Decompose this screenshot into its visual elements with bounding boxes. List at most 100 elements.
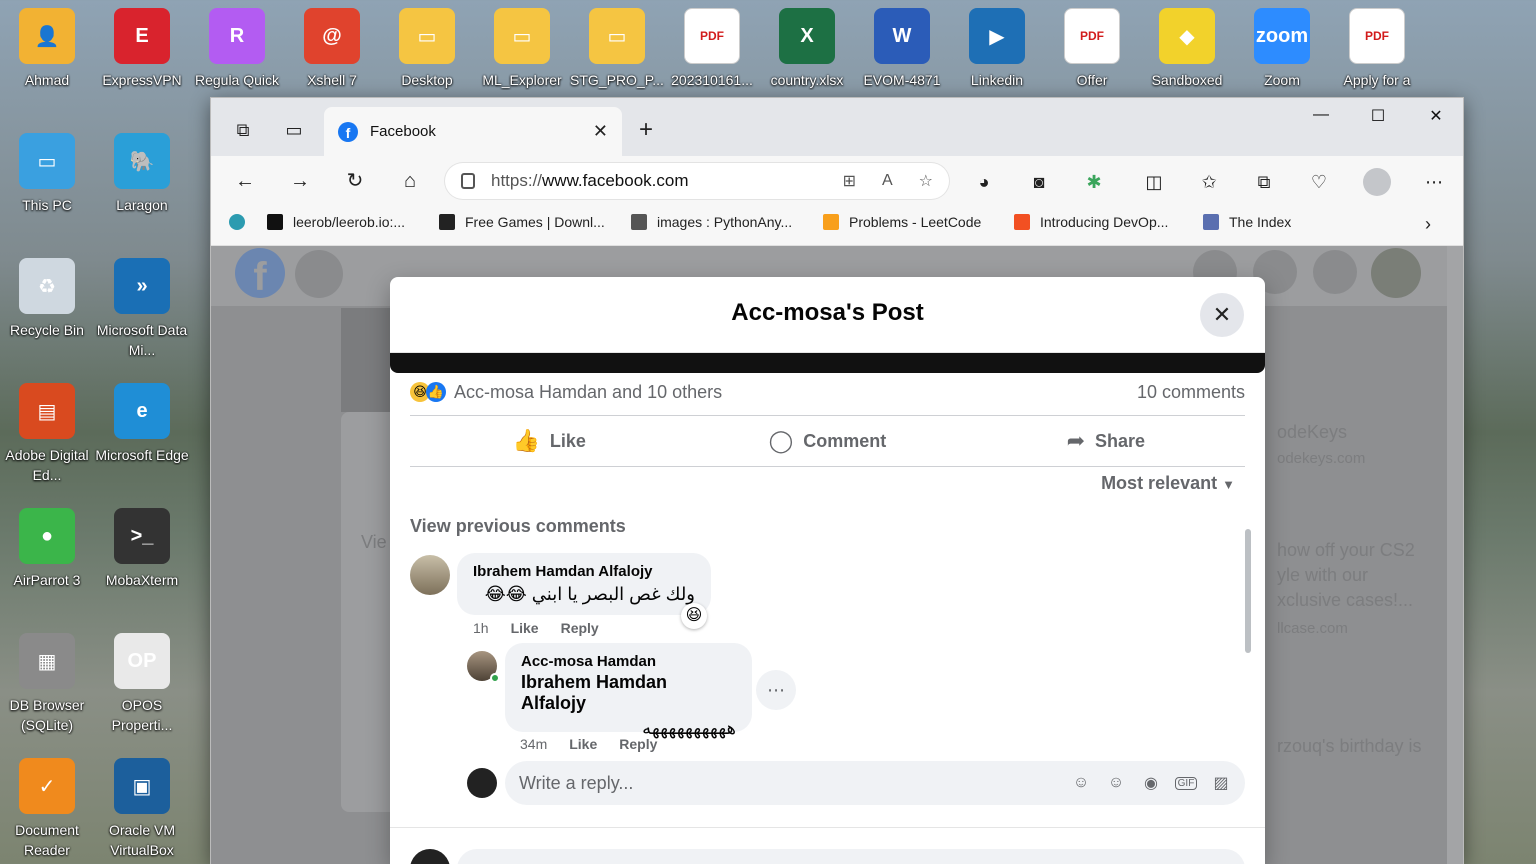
comment-time[interactable]: 1h (473, 620, 489, 636)
commenter-avatar[interactable] (410, 555, 450, 595)
collections-icon[interactable]: ⧉ (1252, 170, 1276, 194)
reply-reply-link[interactable]: Reply (619, 736, 657, 752)
desktop-icon[interactable]: >_ MobaXterm (97, 508, 187, 618)
refresh-button[interactable]: ↻ (339, 165, 371, 197)
lock-icon[interactable] (461, 173, 475, 189)
footer-comment-input[interactable] (457, 849, 1245, 864)
post-modal: Acc-mosa's Post ✕ 😆 👍 Acc-mosa Hamdan an… (390, 277, 1265, 864)
close-tab-icon[interactable]: ✕ (593, 121, 608, 142)
emoji-icon[interactable]: ☺ (1105, 774, 1127, 792)
desktop-icon[interactable]: OP OPOS Properti... (97, 633, 187, 743)
url-field[interactable]: https://www.facebook.com ⊞ A ☆ (445, 163, 949, 199)
comment-like-link[interactable]: Like (511, 620, 539, 636)
comment-haha-reaction-icon[interactable]: 😆 (681, 603, 707, 629)
reply-author[interactable]: Acc-mosa Hamdan (521, 653, 736, 670)
share-label: Share (1095, 430, 1146, 451)
comments-count[interactable]: 10 comments (1137, 382, 1245, 403)
desktop-app-icon: ▭ (399, 8, 455, 64)
desktop-icon[interactable]: ● AirParrot 3 (2, 508, 92, 618)
desktop-icon[interactable]: ▦ DB Browser (SQLite) (2, 633, 92, 743)
desktop-icon[interactable]: ♻ Recycle Bin (2, 258, 92, 368)
read-aloud-icon[interactable]: A (882, 172, 893, 190)
extension-mask-icon[interactable]: ◙ (1027, 170, 1051, 194)
desktop-icon[interactable]: ▤ Adobe Digital Ed... (2, 383, 92, 493)
workspaces-icon[interactable]: ⧉ (227, 114, 259, 146)
favorites-chevron-right-icon[interactable]: › (1425, 214, 1431, 235)
reply-input[interactable]: Write a reply... ☺ ☺ ◉ GIF ▨ (505, 761, 1245, 805)
desktop-icon[interactable]: ▭ This PC (2, 133, 92, 243)
split-screen-icon[interactable]: ◫ (1142, 170, 1166, 194)
settings-more-icon[interactable]: ⋯ (1422, 170, 1446, 194)
desktop-icon-label: Adobe Digital Ed... (5, 447, 89, 483)
minimize-button[interactable]: — (1298, 106, 1344, 130)
back-button[interactable]: ← (229, 165, 261, 197)
reactions-names[interactable]: Acc-mosa Hamdan and 10 others (454, 382, 1137, 403)
desktop-icon-label: Xshell 7 (307, 72, 357, 88)
footer-user-avatar[interactable] (410, 849, 450, 864)
desktop-icon[interactable]: E ExpressVPN (97, 8, 187, 118)
modal-scrollbar[interactable] (1245, 529, 1251, 653)
favorite-item[interactable]: Introducing DevOp... (1014, 214, 1168, 230)
reactions-summary[interactable]: 😆 👍 Acc-mosa Hamdan and 10 others 10 com… (410, 377, 1245, 407)
gif-icon[interactable]: GIF (1175, 776, 1197, 790)
favorite-label: Introducing DevOp... (1040, 214, 1169, 230)
reply-time[interactable]: 34m (520, 736, 547, 752)
notifications-icon[interactable] (1313, 250, 1357, 294)
desktop-app-icon: zoom (1254, 8, 1310, 64)
desktop-icon[interactable]: e Microsoft Edge (95, 383, 189, 493)
home-button[interactable]: ⌂ (394, 165, 426, 197)
desktop-icon-label: 202310161... (671, 72, 753, 88)
favorite-star-icon[interactable]: ☆ (919, 171, 933, 191)
desktop-app-icon: 👤 (19, 8, 75, 64)
extension-android-icon[interactable]: ✱ (1082, 170, 1106, 194)
desktop-icon-label: DB Browser (SQLite) (9, 697, 85, 733)
like-button[interactable]: 👍 Like (410, 416, 688, 466)
tab-actions-icon[interactable]: ▭ (278, 114, 310, 146)
camera-icon[interactable]: ◉ (1140, 773, 1162, 793)
reply-mention[interactable]: Ibrahem Hamdan Alfalojy (521, 672, 736, 714)
reply-more-options-icon[interactable]: ⋯ (756, 670, 796, 710)
favorite-item[interactable]: images : PythonAny... (631, 214, 792, 230)
desktop-icon[interactable]: » Microsoft Data Mi... (97, 258, 187, 368)
favorite-item[interactable]: The Index (1203, 214, 1291, 230)
tab-bar: ⧉ ▭ f Facebook ✕ + — ☐ ✕ (211, 98, 1463, 156)
view-previous-comments-link[interactable]: View previous comments (410, 516, 626, 537)
new-tab-button[interactable]: + (630, 114, 662, 146)
favorite-item[interactable]: Free Games | Downl... (439, 214, 605, 230)
browser-essentials-icon[interactable]: ♡ (1307, 170, 1331, 194)
favorites-icon[interactable]: ✩ (1197, 170, 1221, 194)
profile-avatar[interactable] (1363, 168, 1391, 196)
sort-dropdown[interactable]: Most relevant ▼ (1101, 473, 1235, 494)
desktop-icon[interactable]: 👤 Ahmad (2, 8, 92, 118)
comment-button[interactable]: ◯ Comment (688, 416, 966, 466)
comment-reply-link[interactable]: Reply (561, 620, 599, 636)
account-avatar[interactable] (1371, 248, 1421, 298)
forward-button[interactable]: → (284, 165, 316, 197)
desktop-app-icon: ▤ (19, 383, 75, 439)
comment-author[interactable]: Ibrahem Hamdan Alfalojy (473, 563, 695, 580)
facebook-search-icon[interactable] (295, 250, 343, 298)
avatar-sticker-icon[interactable]: ☺ (1070, 774, 1092, 792)
favorite-item[interactable]: leerob/leerob.io:... (267, 214, 405, 230)
desktop-icon[interactable]: 🐘 Laragon (97, 133, 187, 243)
facebook-logo-icon[interactable]: f (235, 248, 285, 299)
tab-facebook[interactable]: f Facebook ✕ (324, 107, 622, 156)
reply-like-link[interactable]: Like (569, 736, 597, 752)
apps-icon[interactable]: ⊞ (843, 171, 856, 191)
extension-globe-icon[interactable]: ◕ (972, 170, 996, 194)
favorite-item[interactable]: Problems - LeetCode (823, 214, 981, 230)
share-button[interactable]: ➦ Share (967, 416, 1245, 466)
facebook-favicon-icon: f (338, 121, 358, 142)
desktop-icon[interactable]: ✓ Document Reader (2, 758, 92, 864)
maximize-button[interactable]: ☐ (1355, 106, 1401, 130)
sort-label: Most relevant (1101, 473, 1218, 493)
close-window-button[interactable]: ✕ (1413, 106, 1459, 130)
current-user-avatar[interactable] (467, 768, 497, 798)
reply-placeholder: Write a reply... (519, 772, 634, 793)
desktop-icon[interactable]: ▣ Oracle VM VirtualBox (97, 758, 187, 864)
sponsored-text-line3: xclusive cases!... (1277, 590, 1414, 610)
sticker-icon[interactable]: ▨ (1210, 773, 1232, 793)
close-modal-button[interactable]: ✕ (1200, 293, 1244, 337)
favorite-item-app[interactable] (229, 214, 255, 230)
page-scrollbar[interactable] (1447, 246, 1463, 864)
